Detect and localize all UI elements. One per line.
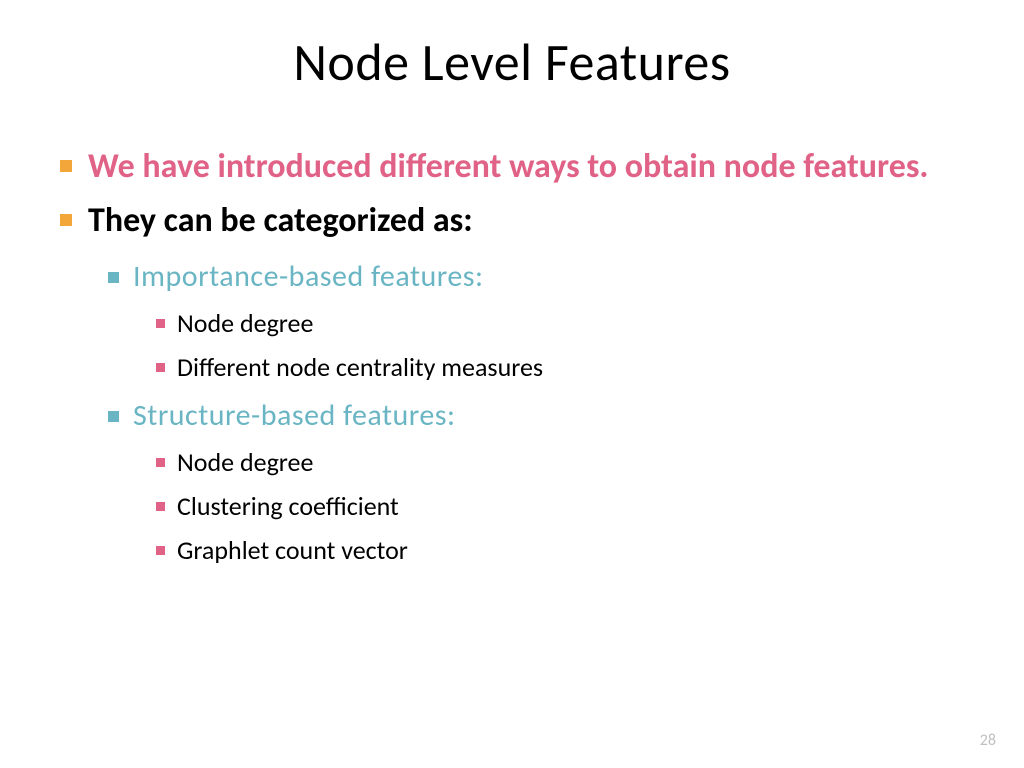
square-bullet-icon — [156, 363, 165, 372]
slide: Node Level Features We have introduced d… — [0, 0, 1024, 768]
slide-title: Node Level Features — [60, 30, 964, 94]
bullet-text: They can be categorized as: — [88, 198, 473, 244]
bullet-text: Clustering coefficient — [177, 490, 399, 522]
bullet-importance-based: Importance-based features: — [108, 258, 964, 295]
square-bullet-icon — [156, 458, 165, 467]
bullet-text: Structure-based features: — [133, 397, 456, 434]
bullet-text: Different node centrality measures — [177, 351, 543, 383]
bullet-text: Node degree — [177, 307, 313, 339]
bullet-text: Importance-based features: — [133, 258, 484, 295]
bullet-clustering: Clustering coefficient — [156, 490, 964, 522]
square-bullet-icon — [156, 319, 165, 328]
square-bullet-icon — [156, 502, 165, 511]
square-bullet-icon — [108, 272, 119, 283]
bullet-node-degree-2: Node degree — [156, 446, 964, 478]
bullet-categorized: They can be categorized as: — [60, 198, 964, 244]
bullet-text: We have introduced different ways to obt… — [88, 144, 929, 190]
square-bullet-icon — [60, 214, 72, 226]
bullet-intro: We have introduced different ways to obt… — [60, 144, 964, 190]
bullet-text: Graphlet count vector — [177, 534, 408, 566]
bullet-node-degree-1: Node degree — [156, 307, 964, 339]
square-bullet-icon — [60, 160, 72, 172]
bullet-centrality: Different node centrality measures — [156, 351, 964, 383]
page-number: 28 — [980, 731, 996, 750]
bullet-text: Node degree — [177, 446, 313, 478]
square-bullet-icon — [108, 411, 119, 422]
square-bullet-icon — [156, 546, 165, 555]
bullet-structure-based: Structure-based features: — [108, 397, 964, 434]
bullet-graphlet: Graphlet count vector — [156, 534, 964, 566]
